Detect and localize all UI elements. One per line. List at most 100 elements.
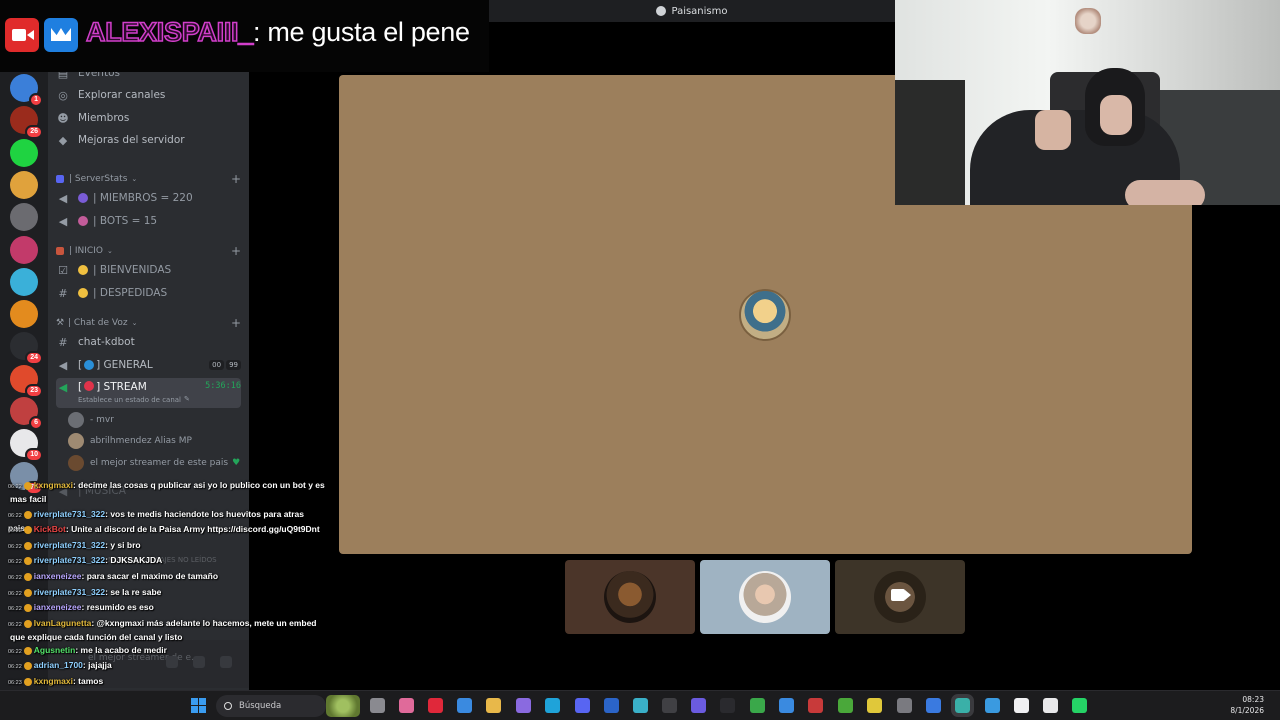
bot-icon — [78, 216, 88, 226]
chat-text: : resumido es eso — [81, 602, 154, 612]
server-icon[interactable]: 24 — [10, 332, 43, 366]
camera-icon — [891, 589, 911, 601]
chrome-profile2-icon[interactable] — [867, 698, 882, 713]
pen-icon[interactable] — [516, 698, 531, 713]
chat-username[interactable]: riverplate731_322 — [34, 555, 105, 565]
chat-text: : @kxngmaxi más adelante lo hacemos, met… — [91, 618, 317, 628]
settings-icon[interactable] — [897, 698, 912, 713]
add-channel-icon[interactable]: + — [231, 172, 241, 186]
sidebar-item-explore[interactable]: ◎ Explorar canales — [56, 85, 241, 105]
capcut-icon[interactable] — [1014, 698, 1029, 713]
hash-icon: # — [58, 335, 68, 349]
chat-username[interactable]: riverplate731_322 — [34, 509, 105, 519]
weather-widget-icon[interactable] — [326, 695, 360, 717]
chat-username[interactable]: kxngmaxi — [34, 676, 73, 686]
ccleaner-icon[interactable] — [633, 698, 648, 713]
media-player-icon[interactable] — [1043, 698, 1058, 713]
server-icon[interactable]: 1 — [10, 74, 43, 107]
chat-username[interactable]: kxngmaxi — [34, 480, 73, 490]
server-icon[interactable]: 23 — [10, 364, 43, 398]
chat-message: 06:22 riverplate731_322: DJKSAKJDA — [8, 554, 328, 568]
server-icon[interactable]: 26 — [10, 106, 43, 140]
pencil-icon[interactable]: ✎ — [184, 395, 190, 403]
person-face — [1100, 95, 1132, 135]
green-heart-icon: ♥ — [232, 458, 241, 468]
user-badge-icon — [23, 661, 32, 670]
app2-icon[interactable] — [808, 698, 823, 713]
voice-user[interactable]: - mvr — [68, 410, 114, 430]
category-inicio[interactable]: | INICIO ⌄ + — [56, 243, 241, 259]
photos-icon[interactable] — [985, 698, 1000, 713]
terminal-icon[interactable] — [720, 698, 735, 713]
chat-timestamp: 06:22 — [8, 606, 22, 612]
channel-miembros[interactable]: ◀ | MIEMBROS = 220 — [56, 188, 241, 208]
chat-username[interactable]: adrian_1700 — [34, 660, 83, 670]
active-app-icon[interactable] — [951, 694, 974, 717]
server-icon[interactable] — [10, 267, 38, 296]
speaker-cabinet — [895, 80, 965, 205]
participant-tile-dog[interactable] — [565, 560, 695, 634]
server-icon[interactable]: 6 — [10, 397, 43, 430]
obs-icon[interactable] — [662, 698, 677, 713]
windows-start-icon[interactable] — [191, 698, 206, 713]
voice-user[interactable]: el mejor streamer de este pais ♥ — [68, 453, 240, 473]
participant-tile-user[interactable] — [700, 560, 830, 634]
server-icon[interactable] — [10, 235, 38, 264]
hand-icon — [78, 288, 88, 298]
avatar — [68, 412, 84, 428]
chat-username[interactable]: riverplate731_322 — [34, 587, 105, 597]
file-explorer-icon[interactable] — [370, 698, 385, 713]
chat-text: : para sacar el maximo de tamaño — [81, 571, 219, 581]
channel-bienvenidas[interactable]: ☑ | BIENVENIDAS — [56, 260, 241, 280]
chat-username[interactable]: ianxeneizee — [34, 602, 82, 612]
sidebar-item-members[interactable]: ☻ Miembros — [56, 108, 241, 128]
store-icon[interactable] — [457, 698, 472, 713]
chat-timestamp: 06:22 — [8, 575, 22, 581]
taskbar-search[interactable]: Búsqueda — [216, 695, 326, 717]
stream-timer: 5:36:16 — [205, 381, 241, 391]
discord-icon[interactable] — [575, 698, 590, 713]
live-speaker-icon: ◀ — [58, 381, 68, 394]
speaker-icon: ◀ — [58, 214, 68, 228]
chat-username[interactable]: IvanLagunetta — [34, 618, 92, 628]
hash-icon: # — [58, 286, 68, 300]
sidebar-item-boosts[interactable]: ◆ Mejoras del servidor — [56, 130, 241, 150]
chrome-icon[interactable] — [750, 698, 765, 713]
channel-chat-kdbot[interactable]: # chat-kdbot — [56, 332, 241, 352]
participant-tile-camera[interactable] — [835, 560, 965, 634]
app-icon[interactable] — [691, 698, 706, 713]
server-icon[interactable] — [10, 203, 38, 232]
copilot-icon[interactable] — [399, 698, 414, 713]
streamer-avatar — [739, 289, 791, 341]
taskbar-clock[interactable]: 08:23 8/1/2026 — [1230, 694, 1264, 716]
explore-icon: ◎ — [58, 88, 68, 102]
chat-username[interactable]: Agusnetin — [34, 645, 76, 655]
add-channel-icon[interactable]: + — [231, 244, 241, 258]
server-icon[interactable] — [10, 138, 38, 167]
word-icon[interactable] — [604, 698, 619, 713]
chat-username[interactable]: riverplate731_322 — [34, 540, 105, 550]
channel-general[interactable]: ◀[] GENERAL 00 99 — [56, 355, 241, 375]
add-channel-icon[interactable]: + — [231, 316, 241, 330]
server-icon[interactable] — [10, 300, 38, 329]
channel-status[interactable]: Establece un estado de canal — [78, 396, 181, 404]
chat-username[interactable]: ianxeneizee — [34, 571, 82, 581]
chrome-profile-icon[interactable] — [838, 698, 853, 713]
category-serverstats[interactable]: | ServerStats ⌄ + — [56, 171, 241, 187]
channel-despedidas[interactable]: # | DESPEDIDAS — [56, 283, 241, 303]
channel-bots[interactable]: ◀ | BOTS = 15 — [56, 211, 241, 231]
server-icon[interactable]: 10 — [10, 429, 43, 463]
category-chat-de-voz[interactable]: ⚒ | Chat de Voz ⌄ + — [56, 315, 241, 331]
opera-icon[interactable] — [428, 698, 443, 713]
chat-username[interactable]: KickBot — [34, 524, 66, 534]
whatsapp-icon[interactable] — [1072, 698, 1087, 713]
server-icon[interactable] — [10, 170, 38, 199]
folder-icon[interactable] — [486, 698, 501, 713]
chat-text: : Unite al discord de la Paisa Army http… — [65, 524, 320, 534]
chat-timestamp: 06:22 — [8, 528, 22, 534]
mail-icon[interactable] — [926, 698, 941, 713]
chat-timestamp: 06:22 — [8, 664, 22, 670]
notepad-icon[interactable] — [779, 698, 794, 713]
voice-user[interactable]: abrilhmendez Alias MP — [68, 431, 192, 451]
edge-icon[interactable] — [545, 698, 560, 713]
